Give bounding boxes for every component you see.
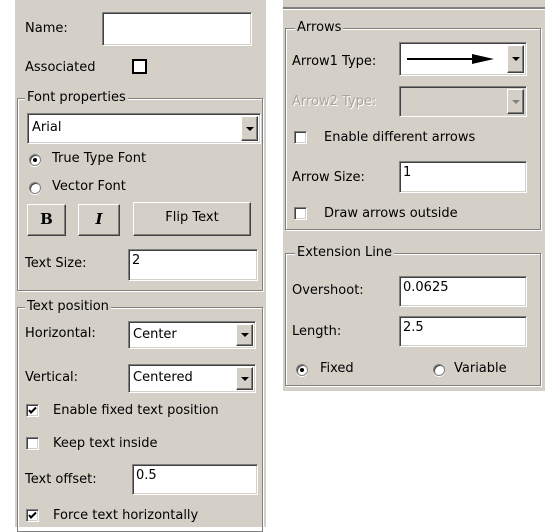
variable-label: Variable [454, 361, 507, 376]
associated-label: Associated [25, 60, 96, 75]
radio-selected-dot [33, 158, 37, 162]
fixed-position-checkbox[interactable] [26, 404, 39, 417]
force-horizontal-checkbox[interactable] [26, 509, 39, 522]
vertical-dropdown-button[interactable] [236, 367, 253, 390]
vertical-select-value: Centered [133, 370, 193, 385]
arrow-size-label: Arrow Size: [292, 170, 365, 185]
arrow1-dropdown-button[interactable] [507, 45, 524, 73]
text-offset-input[interactable]: 0.5 [132, 464, 258, 495]
fixed-radio[interactable] [296, 364, 308, 376]
italic-icon: I [95, 210, 103, 228]
vector-font-radio[interactable] [29, 182, 41, 194]
length-input[interactable]: 2.5 [399, 316, 527, 347]
arrow1-type-label: Arrow1 Type: [292, 54, 377, 69]
arrow-size-input[interactable]: 1 [399, 161, 527, 193]
truetype-label: True Type Font [52, 151, 147, 166]
chevron-down-icon [240, 333, 249, 337]
force-horizontal-label: Force text horizontally [53, 508, 199, 523]
draw-outside-label: Draw arrows outside [324, 206, 458, 221]
truetype-radio[interactable] [29, 154, 41, 166]
arrow2-type-select[interactable] [399, 86, 527, 117]
variable-radio[interactable] [433, 364, 445, 376]
overshoot-input[interactable]: 0.0625 [399, 276, 527, 307]
chevron-down-icon [245, 126, 254, 131]
arrow2-dropdown-button[interactable] [507, 89, 524, 114]
horizontal-select[interactable]: Center [128, 321, 256, 349]
overshoot-label: Overshoot: [292, 283, 364, 298]
keep-inside-label: Keep text inside [53, 436, 158, 451]
radio-selected-dot [300, 368, 304, 372]
extension-line-title: Extension Line [295, 245, 395, 261]
arrows-title: Arrows [295, 20, 344, 36]
arrow-right-icon [407, 54, 494, 64]
fixed-position-label: Enable fixed text position [53, 403, 219, 418]
text-size-input[interactable]: 2 [128, 249, 258, 281]
font-select-value: Arial [32, 120, 62, 135]
checkmark-icon [28, 511, 37, 519]
arrow2-type-label: Arrow2 Type: [292, 94, 377, 109]
right-panel: Arrows Arrow1 Type: Arrow2 Type: Enable … [283, 0, 545, 391]
arrow1-type-select[interactable] [399, 42, 527, 76]
different-arrows-label: Enable different arrows [324, 130, 476, 145]
italic-button[interactable]: I [78, 204, 120, 236]
text-offset-label: Text offset: [25, 472, 97, 487]
name-input[interactable] [102, 12, 252, 46]
font-dropdown-button[interactable] [241, 116, 258, 141]
vertical-select[interactable]: Centered [128, 364, 256, 393]
flip-text-button[interactable]: Flip Text [133, 202, 251, 236]
chevron-down-icon [240, 376, 249, 381]
left-panel: Name: Associated Font properties Arial T… [15, 0, 266, 532]
vertical-label: Vertical: [25, 370, 79, 385]
different-arrows-checkbox[interactable] [294, 131, 307, 144]
checkmark-icon [28, 406, 37, 414]
horizontal-label: Horizontal: [25, 326, 96, 341]
vector-font-label: Vector Font [52, 179, 126, 194]
top-separator [283, 7, 545, 10]
bold-button[interactable]: B [27, 204, 66, 236]
font-properties-title: Font properties [25, 90, 128, 106]
text-size-label: Text Size: [25, 256, 87, 271]
font-select[interactable]: Arial [27, 113, 261, 144]
associated-checkbox[interactable] [132, 59, 147, 74]
length-label: Length: [292, 324, 342, 339]
bold-icon: B [40, 210, 53, 228]
chevron-down-icon [511, 57, 520, 61]
horizontal-select-value: Center [133, 327, 177, 342]
draw-outside-checkbox[interactable] [294, 207, 307, 220]
horizontal-dropdown-button[interactable] [236, 324, 253, 346]
chevron-down-icon [511, 99, 520, 104]
fixed-label: Fixed [320, 361, 354, 376]
text-position-title: Text position [25, 299, 111, 315]
keep-inside-checkbox[interactable] [26, 437, 39, 450]
flip-text-label: Flip Text [165, 210, 219, 225]
name-label: Name: [25, 21, 68, 36]
